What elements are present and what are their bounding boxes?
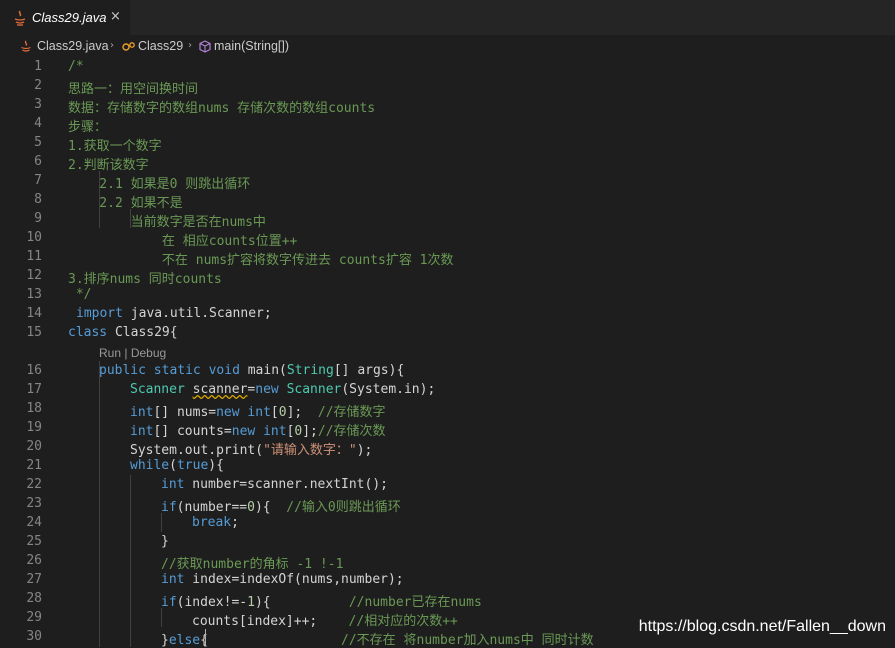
line-number: 30: [26, 629, 42, 644]
line-number: 28: [26, 591, 42, 606]
code-line: if(index!=-1){ //number已存在nums: [161, 595, 482, 610]
code-line: import java.util.Scanner;: [76, 306, 272, 321]
indent-guide: [161, 513, 162, 532]
line-number: 8: [34, 192, 42, 207]
line-number: 4: [34, 116, 42, 131]
code-line: int number=scanner.nextInt();: [161, 477, 388, 492]
code-line: class Class29{: [68, 325, 178, 340]
code-line: Scanner scanner=new Scanner(System.in);: [130, 382, 436, 397]
run-link[interactable]: Run: [99, 346, 121, 360]
line-number: 13: [26, 287, 42, 302]
code-line: 在 相应counts位置++: [68, 234, 298, 249]
editor-tab-bar: Class29.java ×: [0, 0, 895, 35]
indent-guide: [130, 475, 131, 647]
line-number: 21: [26, 458, 42, 473]
line-number: 24: [26, 515, 42, 530]
java-file-icon: [21, 40, 31, 52]
indent-guide: [99, 361, 100, 647]
code-line: System.out.print("请输入数字：");: [130, 443, 373, 458]
line-number: 5: [34, 135, 42, 150]
line-number: 9: [34, 211, 42, 226]
line-number: 29: [26, 610, 42, 625]
code-line: 2.2 如果不是: [68, 196, 183, 211]
chevron-right-icon: ›: [188, 40, 192, 51]
line-number: 17: [26, 382, 42, 397]
line-number: 25: [26, 534, 42, 549]
codelens: Run | Debug: [99, 346, 167, 360]
line-number: 7: [34, 173, 42, 188]
code-line: 步骤：: [68, 120, 108, 135]
code-line: 3.排序nums 同时counts: [68, 272, 222, 287]
line-number: 22: [26, 477, 42, 492]
code-line: 2.判断该数字: [68, 158, 149, 173]
tab-label: Class29.java: [32, 10, 107, 25]
text-cursor: [205, 629, 206, 646]
line-number: 11: [26, 249, 42, 264]
code-line: 思路一：用空间换时间: [68, 82, 199, 97]
code-line: */: [68, 287, 92, 302]
line-number: 10: [26, 230, 42, 245]
code-line: public static void main(String[] args){: [99, 363, 405, 378]
line-number: 18: [26, 401, 42, 416]
line-number: 27: [26, 572, 42, 587]
breadcrumb-method[interactable]: main(String[]): [214, 39, 289, 53]
line-number: 26: [26, 553, 42, 568]
code-line: 2.1 如果是0 则跳出循环: [68, 177, 251, 192]
line-number: 2: [34, 78, 42, 93]
breadcrumb-file[interactable]: Class29.java: [37, 39, 109, 53]
code-line: while(true){: [130, 458, 224, 473]
code-line: int index=indexOf(nums,number);: [161, 572, 404, 587]
java-file-icon: [14, 10, 26, 26]
code-line: counts[index]++; //相对应的次数++: [192, 614, 458, 629]
line-number: 3: [34, 97, 42, 112]
line-number: 23: [26, 496, 42, 511]
code-line: if(number==0){ //输入0则跳出循环: [161, 500, 401, 515]
chevron-right-icon: ›: [110, 40, 114, 51]
class-icon: [122, 42, 135, 51]
line-number: 1: [34, 59, 42, 74]
line-number: 15: [26, 325, 42, 340]
code-line: 不在 nums扩容将数字传进去 counts扩容 1次数: [68, 253, 454, 268]
debug-link[interactable]: Debug: [131, 346, 166, 360]
line-number: 14: [26, 306, 42, 321]
code-line: int[] nums=new int[0]; //存储数字: [130, 405, 386, 420]
code-editor[interactable]: 1 2 3 4 5 6 7 8 9 10 11 12 13 14 15 16 1…: [0, 57, 895, 648]
line-number: 16: [26, 363, 42, 378]
close-icon[interactable]: ×: [110, 9, 121, 24]
line-number: 6: [34, 154, 42, 169]
code-line: 1.获取一个数字: [68, 139, 162, 154]
line-number: 19: [26, 420, 42, 435]
method-cube-icon: [199, 40, 211, 53]
code-line: /*: [68, 59, 84, 74]
line-number: 20: [26, 439, 42, 454]
watermark: https://blog.csdn.net/Fallen__down: [638, 618, 886, 635]
breadcrumb-class[interactable]: Class29: [138, 39, 183, 53]
code-line: 数据：存储数字的数组nums 存储次数的数组counts: [68, 101, 376, 116]
code-line: }else{ //不存在 将number加入nums中 同时计数: [161, 633, 594, 648]
code-line: 当前数字是否在nums中: [68, 215, 266, 230]
line-number: 12: [26, 268, 42, 283]
code-line: //获取number的角标 -1 !-1: [161, 557, 344, 572]
code-line: int[] counts=new int[0];//存储次数: [130, 424, 386, 439]
code-line: }: [161, 534, 169, 549]
code-line: break;: [192, 515, 239, 530]
breadcrumb: Class29.java › Class29 › main(String[]): [0, 35, 895, 57]
tab-class29-java[interactable]: Class29.java ×: [0, 0, 130, 35]
indent-guide: [161, 608, 162, 627]
